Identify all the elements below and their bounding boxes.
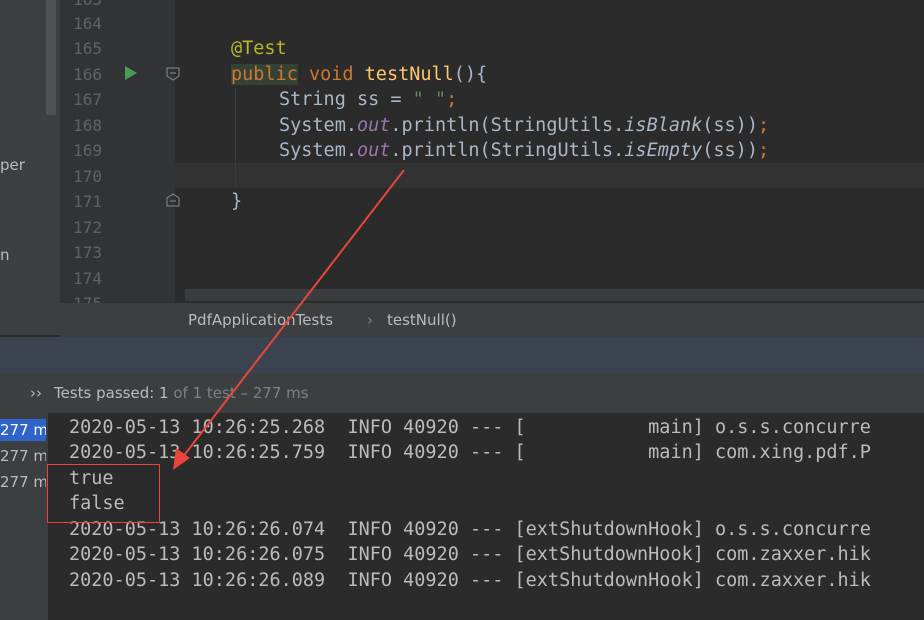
line-number: 171 xyxy=(73,192,102,211)
code-line[interactable]: System.out.println(StringUtils.isEmpty(s… xyxy=(279,138,769,163)
expand-chevron-icon[interactable]: ›› xyxy=(30,384,42,402)
breadcrumb-method[interactable]: testNull() xyxy=(387,311,457,329)
semicolon-token: ; xyxy=(757,140,770,161)
console-line: 2020-05-13 10:26:26.089 INFO 40920 --- [… xyxy=(69,570,871,591)
line-number: 169 xyxy=(73,141,102,160)
semicolon-token: ; xyxy=(446,89,458,110)
console-line: 2020-05-13 10:26:26.074 INFO 40920 --- [… xyxy=(69,519,871,540)
line-number: 175 xyxy=(60,291,102,303)
indent-guide xyxy=(235,87,236,187)
test-duration[interactable]: 277 ms xyxy=(0,419,46,441)
project-panel: per n xyxy=(0,0,60,335)
code-line[interactable]: System.out.println(StringUtils.isBlank(s… xyxy=(279,113,769,138)
code-token: } xyxy=(231,191,243,212)
breadcrumb-class[interactable]: PdfApplicationTests xyxy=(188,311,333,329)
keyword-token: public xyxy=(231,64,298,85)
line-number: 170 xyxy=(73,167,102,186)
static-method-token: isEmpty xyxy=(624,140,703,161)
code-line[interactable]: public void testNull(){ xyxy=(231,62,487,87)
console-line: 2020-05-13 10:26:26.075 INFO 40920 --- [… xyxy=(69,544,871,565)
breadcrumb-separator: › xyxy=(367,311,373,329)
code-token: .println(StringUtils. xyxy=(390,115,625,136)
test-tree-panel: 277 ms 277 ms 277 ms xyxy=(0,413,48,620)
string-token: " " xyxy=(412,89,447,110)
keyword-token: void xyxy=(308,64,354,85)
code-line[interactable]: String ss = " "; xyxy=(279,87,457,112)
fold-icon[interactable] xyxy=(166,193,180,207)
status-total: of 1 test xyxy=(168,384,236,402)
project-item-label[interactable]: per xyxy=(0,156,25,174)
code-token: (ss)) xyxy=(702,115,758,136)
semicolon-token: ; xyxy=(757,115,770,136)
project-scrollbar[interactable] xyxy=(46,0,56,115)
code-token: String ss = xyxy=(279,89,413,110)
breadcrumb: PdfApplicationTests › testNull() xyxy=(60,303,924,337)
status-prefix: Tests passed: xyxy=(54,384,160,402)
editor-horizontal-scrollbar[interactable] xyxy=(185,289,924,301)
current-line-highlight xyxy=(175,163,924,188)
line-number: 168 xyxy=(73,116,102,135)
line-number: 167 xyxy=(73,90,102,109)
code-token: System. xyxy=(279,115,357,136)
test-status-text: Tests passed: 1 of 1 test – 277 ms xyxy=(54,384,309,402)
line-number: 174 xyxy=(73,269,102,288)
code-line[interactable]: @Test xyxy=(231,36,287,61)
annotation-token: @Test xyxy=(231,38,287,59)
code-token: (ss)) xyxy=(702,140,758,161)
line-number: 173 xyxy=(73,243,102,262)
method-name-token: testNull xyxy=(364,64,454,85)
status-passed-count: 1 xyxy=(159,384,169,402)
static-method-token: isBlank xyxy=(624,115,703,136)
project-item-label[interactable]: n xyxy=(0,246,10,264)
console-line: 2020-05-13 10:26:25.268 INFO 40920 --- [… xyxy=(69,417,871,438)
run-test-icon[interactable] xyxy=(124,65,138,81)
test-duration[interactable]: 277 ms xyxy=(0,471,46,493)
code-line[interactable]: } xyxy=(231,189,242,214)
fold-icon[interactable] xyxy=(166,67,180,81)
test-status-bar: ›› Tests passed: 1 of 1 test – 277 ms xyxy=(0,373,924,413)
field-token: out xyxy=(356,140,391,161)
code-token: .println(StringUtils. xyxy=(390,140,625,161)
console-line: 2020-05-13 10:26:25.759 INFO 40920 --- [… xyxy=(69,442,871,463)
line-number: 172 xyxy=(73,218,102,237)
line-number: 164 xyxy=(73,14,102,33)
field-token: out xyxy=(356,115,391,136)
run-toolwindow-header xyxy=(0,337,924,373)
status-duration: – 277 ms xyxy=(235,384,309,402)
code-token: (){ xyxy=(453,64,488,85)
code-token: System. xyxy=(279,140,357,161)
line-number: 165 xyxy=(73,39,102,58)
test-duration[interactable]: 277 ms xyxy=(0,445,46,467)
annotation-box xyxy=(47,464,160,523)
line-number: 166 xyxy=(73,65,102,84)
